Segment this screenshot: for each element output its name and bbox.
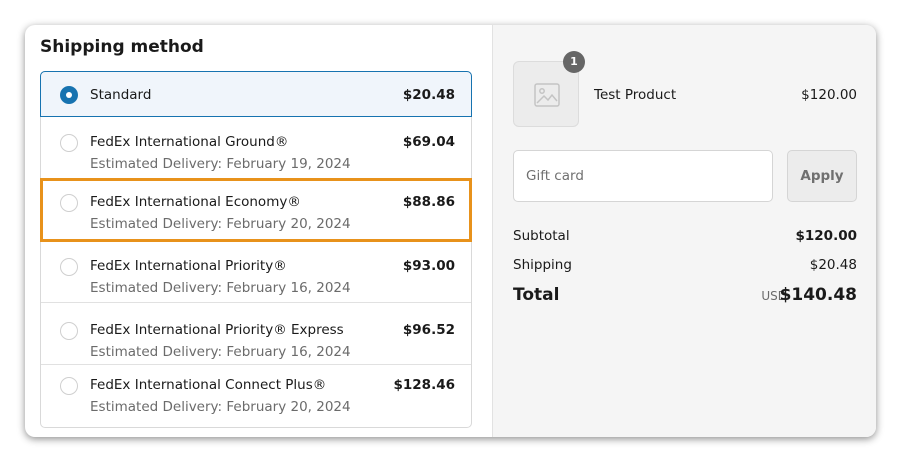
shipping-value: $20.48 xyxy=(809,257,857,273)
option-name: FedEx International Priority® Express xyxy=(90,322,344,338)
option-delivery: Estimated Delivery: February 16, 2024 xyxy=(90,344,351,360)
option-name: FedEx International Connect Plus® xyxy=(90,377,327,393)
radio-selected-icon[interactable] xyxy=(60,86,78,104)
product-name: Test Product xyxy=(594,87,677,103)
shipping-option-fedex-economy[interactable]: FedEx International Economy® Estimated D… xyxy=(40,178,472,242)
shipping-label: Shipping xyxy=(513,257,572,273)
option-name: FedEx International Economy® xyxy=(90,194,301,210)
section-title: Shipping method xyxy=(40,37,204,57)
shipping-panel: Shipping method Standard $20.48 FedEx In… xyxy=(25,25,492,437)
shipping-option-fedex-priority-express[interactable]: FedEx International Priority® Express Es… xyxy=(41,303,471,365)
subtotal-label: Subtotal xyxy=(513,228,570,244)
radio-icon[interactable] xyxy=(60,194,78,212)
option-price: $20.48 xyxy=(402,87,455,103)
option-price: $128.46 xyxy=(393,377,456,393)
shipping-options-list: Standard $20.48 FedEx International Grou… xyxy=(40,71,472,428)
shipping-option-standard[interactable]: Standard $20.48 xyxy=(40,71,472,117)
option-price: $69.04 xyxy=(402,134,455,150)
radio-icon[interactable] xyxy=(60,377,78,395)
option-price: $93.00 xyxy=(402,258,455,274)
apply-button[interactable]: Apply xyxy=(787,150,857,202)
total-label: Total xyxy=(513,285,560,305)
option-delivery: Estimated Delivery: February 16, 2024 xyxy=(90,280,351,296)
image-placeholder-icon xyxy=(534,83,560,107)
option-name: Standard xyxy=(90,87,152,103)
option-delivery: Estimated Delivery: February 20, 2024 xyxy=(90,399,351,415)
product-price: $120.00 xyxy=(801,87,857,103)
option-delivery: Estimated Delivery: February 19, 2024 xyxy=(90,156,351,172)
checkout-card: Shipping method Standard $20.48 FedEx In… xyxy=(25,25,876,437)
option-name: FedEx International Priority® xyxy=(90,258,287,274)
total-value: $140.48 xyxy=(779,285,857,305)
option-name: FedEx International Ground® xyxy=(90,134,289,150)
radio-icon[interactable] xyxy=(60,134,78,152)
quantity-badge: 1 xyxy=(563,51,585,73)
radio-icon[interactable] xyxy=(60,322,78,340)
subtotal-value: $120.00 xyxy=(795,228,858,244)
shipping-option-fedex-ground[interactable]: FedEx International Ground® Estimated De… xyxy=(41,117,471,179)
option-price: $88.86 xyxy=(402,194,455,210)
option-price: $96.52 xyxy=(402,322,455,338)
order-summary-panel: 1 Test Product $120.00 Apply Subtotal $1… xyxy=(492,25,876,437)
radio-icon[interactable] xyxy=(60,258,78,276)
gift-card-input[interactable] xyxy=(513,150,773,202)
option-delivery: Estimated Delivery: February 20, 2024 xyxy=(90,216,351,232)
shipping-option-fedex-priority[interactable]: FedEx International Priority® Estimated … xyxy=(41,241,471,303)
shipping-option-fedex-connect-plus[interactable]: FedEx International Connect Plus® Estima… xyxy=(41,365,471,427)
